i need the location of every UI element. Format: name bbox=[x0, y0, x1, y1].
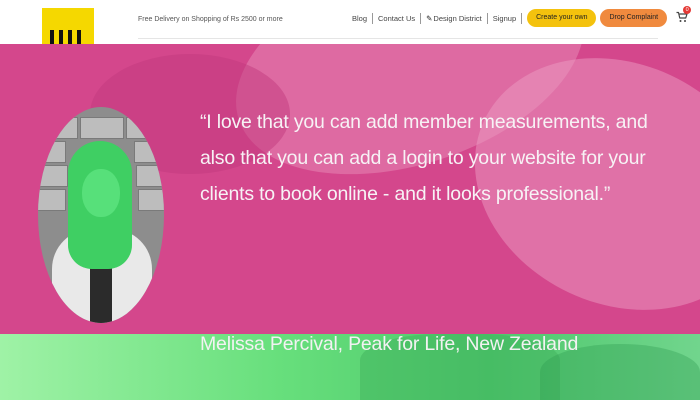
design-district-label: Design District bbox=[433, 13, 482, 23]
nav-design-district-link[interactable]: ✎Design District bbox=[421, 14, 487, 23]
logo-mark bbox=[50, 30, 88, 44]
top-nav: Blog Contact Us ✎Design District Signup … bbox=[347, 6, 692, 27]
testimonial-author: Melissa Percival, Peak for Life, New Zea… bbox=[200, 333, 579, 355]
testimonial-section: “I love that you can add member measurem… bbox=[0, 44, 700, 400]
site-logo[interactable] bbox=[42, 8, 94, 44]
create-your-own-button[interactable]: Create your own bbox=[527, 9, 597, 27]
free-delivery-notice: Free Delivery on Shopping of Rs 2500 or … bbox=[138, 16, 283, 23]
nav-divider bbox=[521, 12, 523, 24]
avatar-face bbox=[82, 169, 120, 217]
cart-count-badge: 0 bbox=[683, 6, 692, 14]
header-divider bbox=[138, 38, 658, 39]
nav-contact-link[interactable]: Contact Us bbox=[373, 14, 420, 23]
nav-signup-link[interactable]: Signup bbox=[488, 14, 521, 23]
testimonial-quote: “I love that you can add member measurem… bbox=[200, 111, 648, 205]
pencil-icon: ✎ bbox=[426, 13, 433, 23]
site-header: Free Delivery on Shopping of Rs 2500 or … bbox=[0, 0, 700, 44]
testimonial-avatar bbox=[38, 107, 164, 323]
cart-button[interactable]: 0 bbox=[676, 6, 692, 25]
nav-blog-link[interactable]: Blog bbox=[347, 14, 372, 23]
drop-complaint-button[interactable]: Drop Complaint bbox=[600, 9, 668, 27]
